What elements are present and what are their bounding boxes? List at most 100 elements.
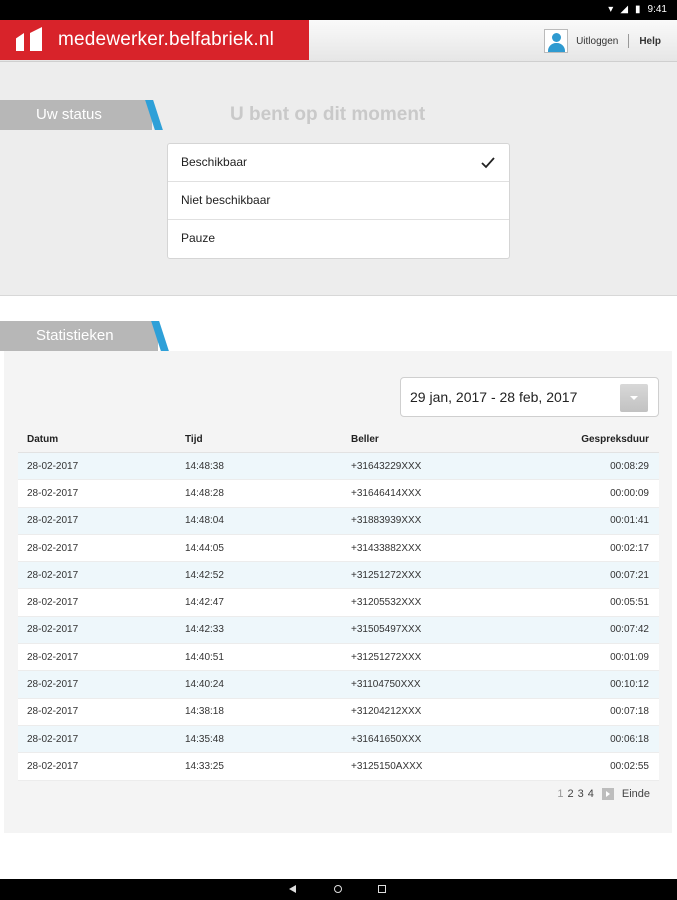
recent-apps-icon[interactable] — [378, 885, 386, 893]
cell-beller: +31646414XXX — [351, 487, 422, 499]
cell-tijd: 14:44:05 — [185, 542, 224, 554]
cell-datum: 28-02-2017 — [27, 651, 79, 663]
cell-gespreksduur: 00:01:41 — [610, 515, 649, 527]
cell-tijd: 14:40:51 — [185, 651, 224, 663]
android-status-bar: ▾ ◢ ▮ 9:41 — [0, 0, 677, 20]
cell-datum: 28-02-2017 — [27, 487, 79, 499]
status-option-label: Beschikbaar — [181, 155, 248, 169]
cell-gespreksduur: 00:07:42 — [610, 624, 649, 636]
table-row[interactable]: 28-02-2017 14:33:25 +3125150AXXX 00:02:55 — [18, 753, 659, 781]
table-row[interactable]: 28-02-2017 14:42:52 +31251272XXX 00:07:21 — [18, 562, 659, 590]
cell-tijd: 14:42:52 — [185, 569, 224, 581]
cell-beller: +31104750XXX — [351, 679, 421, 691]
column-header-tijd[interactable]: Tijd — [185, 434, 351, 445]
cell-beller: +31204212XXX — [351, 706, 422, 718]
pagination: 1 2 3 4 Einde — [557, 788, 650, 800]
cell-tijd: 14:48:38 — [185, 460, 224, 472]
brand-name: medewerker.belfabriek.nl — [58, 29, 275, 50]
table-row[interactable]: 28-02-2017 14:48:38 +31643229XXX 00:08:29 — [18, 453, 659, 481]
table-row[interactable]: 28-02-2017 14:48:04 +31883939XXX 00:01:41 — [18, 507, 659, 535]
help-link[interactable]: Help — [639, 36, 661, 47]
page-link[interactable]: 2 — [567, 788, 573, 800]
status-section-tab: Uw status — [0, 100, 152, 130]
cell-beller: +31251272XXX — [351, 569, 422, 581]
clock: 9:41 — [647, 4, 667, 15]
battery-icon: ▮ — [635, 4, 641, 15]
cell-datum: 28-02-2017 — [27, 597, 79, 609]
status-question: U bent op dit moment — [230, 104, 426, 125]
date-range-dropdown-button[interactable] — [620, 384, 648, 412]
date-range-value: 29 jan, 2017 - 28 feb, 2017 — [410, 389, 578, 405]
table-row[interactable]: 28-02-2017 14:42:47 +31205532XXX 00:05:51 — [18, 589, 659, 617]
cell-beller: +31433882XXX — [351, 542, 422, 554]
column-header-datum[interactable]: Datum — [18, 434, 185, 445]
cell-datum: 28-02-2017 — [27, 542, 79, 554]
status-options-list: Beschikbaar Niet beschikbaar Pauze — [167, 143, 510, 259]
cell-datum: 28-02-2017 — [27, 624, 79, 636]
brand-banner[interactable]: medewerker.belfabriek.nl — [0, 20, 309, 60]
cell-datum: 28-02-2017 — [27, 460, 79, 472]
table-row[interactable]: 28-02-2017 14:38:18 +31204212XXX 00:07:18 — [18, 698, 659, 726]
status-option-label: Pauze — [181, 231, 216, 245]
back-icon[interactable] — [289, 885, 296, 893]
last-page-link[interactable]: Einde — [622, 788, 650, 800]
header-divider — [628, 34, 630, 48]
cell-tijd: 14:40:24 — [185, 679, 224, 691]
cell-beller: +31643229XXX — [351, 460, 422, 472]
user-avatar-icon[interactable] — [544, 29, 569, 53]
next-page-icon[interactable] — [601, 788, 614, 800]
table-row[interactable]: 28-02-2017 14:48:28 +31646414XXX 00:00:09 — [18, 480, 659, 508]
cell-tijd: 14:35:48 — [185, 733, 224, 745]
stats-section-tab: Statistieken — [0, 321, 158, 351]
checkmark-icon — [481, 157, 495, 169]
cell-tijd: 14:48:28 — [185, 487, 224, 499]
cell-gespreksduur: 00:02:17 — [610, 542, 649, 554]
cell-datum: 28-02-2017 — [27, 515, 79, 527]
table-row[interactable]: 28-02-2017 14:40:51 +31251272XXX 00:01:09 — [18, 644, 659, 672]
page-link[interactable]: 3 — [578, 788, 584, 800]
cell-beller: +31505497XXX — [351, 624, 422, 636]
cell-gespreksduur: 00:00:09 — [610, 487, 649, 499]
table-row[interactable]: 28-02-2017 14:35:48 +31641650XXX 00:06:18 — [18, 725, 659, 754]
cell-gespreksduur: 00:07:21 — [610, 569, 649, 581]
status-section: Uw status U bent op dit moment Beschikba… — [0, 62, 677, 296]
status-option-pauze[interactable]: Pauze — [168, 220, 509, 258]
android-nav-bar — [0, 879, 677, 900]
cell-datum: 28-02-2017 — [27, 760, 79, 772]
table-row[interactable]: 28-02-2017 14:44:05 +31433882XXX 00:02:17 — [18, 534, 659, 563]
cell-tijd: 14:38:18 — [185, 706, 224, 718]
belfabriek-logo — [14, 27, 52, 53]
cell-datum: 28-02-2017 — [27, 569, 79, 581]
column-header-beller[interactable]: Beller — [351, 434, 521, 445]
page-link[interactable]: 4 — [588, 788, 594, 800]
table-row[interactable]: 28-02-2017 14:40:24 +31104750XXX 00:10:12 — [18, 671, 659, 699]
cell-tijd: 14:48:04 — [185, 515, 224, 527]
cell-beller: +31883939XXX — [351, 515, 422, 527]
cell-gespreksduur: 00:08:29 — [610, 460, 649, 472]
cell-tijd: 14:33:25 — [185, 760, 224, 772]
cell-gespreksduur: 00:01:09 — [610, 651, 649, 663]
date-range-picker[interactable]: 29 jan, 2017 - 28 feb, 2017 — [400, 377, 659, 417]
table-header: Datum Tijd Beller Gespreksduur — [18, 426, 659, 453]
column-header-gespreksduur[interactable]: Gespreksduur — [521, 434, 659, 445]
calls-table: Datum Tijd Beller Gespreksduur 28-02-201… — [18, 426, 659, 781]
status-option-beschikbaar[interactable]: Beschikbaar — [168, 144, 509, 182]
table-body: 28-02-2017 14:48:38 +31643229XXX 00:08:29 28… — [18, 453, 659, 781]
cell-datum: 28-02-2017 — [27, 706, 79, 718]
chevron-down-icon — [630, 396, 638, 400]
cell-tijd: 14:42:33 — [185, 624, 224, 636]
cell-gespreksduur: 00:10:12 — [610, 679, 649, 691]
cell-beller: +31251272XXX — [351, 651, 422, 663]
logout-link[interactable]: Uitloggen — [576, 36, 618, 47]
cell-beller: +3125150AXXX — [351, 760, 423, 772]
wifi-icon: ▾ — [608, 4, 614, 15]
app-header: medewerker.belfabriek.nl Uitloggen Help — [0, 20, 677, 62]
cell-gespreksduur: 00:07:18 — [610, 706, 649, 718]
cell-datum: 28-02-2017 — [27, 733, 79, 745]
status-option-niet-beschikbaar[interactable]: Niet beschikbaar — [168, 182, 509, 220]
cell-gespreksduur: 00:02:55 — [610, 760, 649, 772]
signal-icon: ◢ — [620, 4, 629, 15]
home-icon[interactable] — [334, 885, 342, 893]
page-link[interactable]: 1 — [557, 788, 563, 800]
table-row[interactable]: 28-02-2017 14:42:33 +31505497XXX 00:07:42 — [18, 616, 659, 645]
